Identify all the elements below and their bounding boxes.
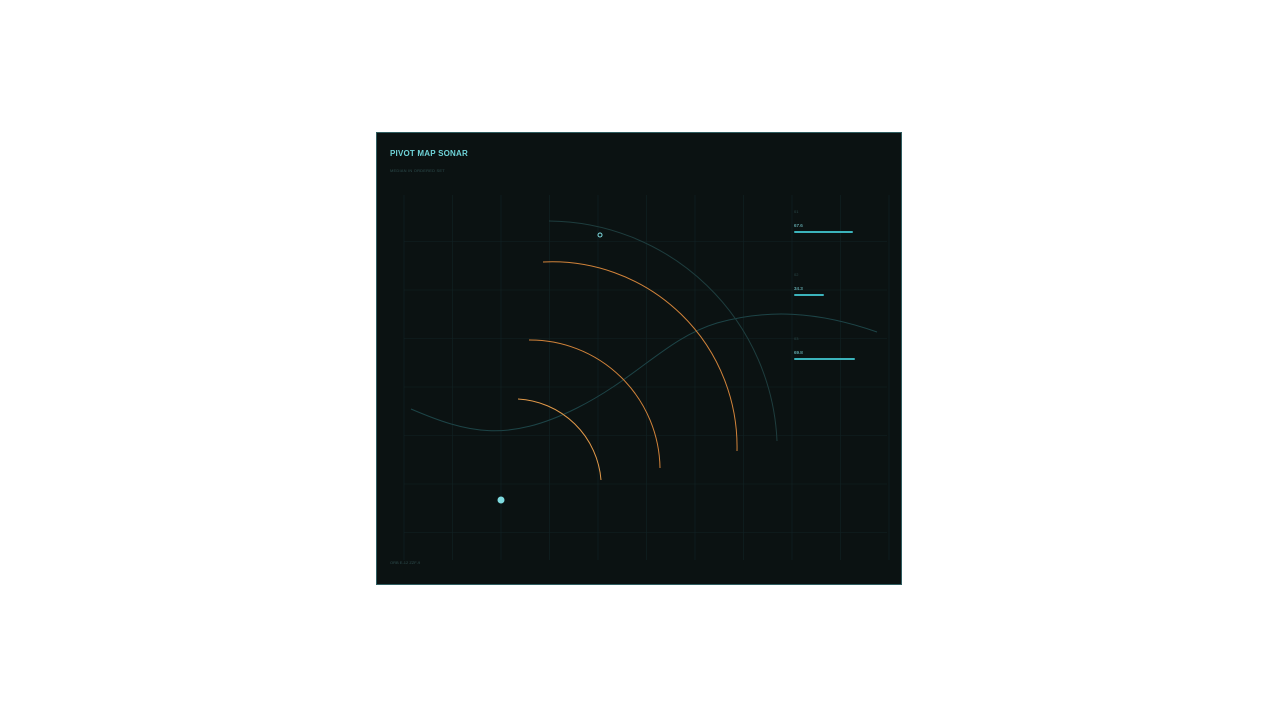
metric-3: 03 69.8	[794, 336, 874, 360]
arc-faint	[548, 220, 778, 442]
scan-marker	[597, 232, 603, 238]
sonar-panel: PIVOT MAP SONAR MEDIAN IN ORDERED SET 01…	[376, 132, 902, 585]
pivot-marker	[497, 496, 505, 504]
metric-1-value: 67.6	[794, 223, 803, 228]
metric-1-label: 01	[794, 209, 799, 214]
metric-3-bar	[794, 358, 856, 360]
metric-1-bar	[794, 231, 854, 233]
metric-2-value: 34.3	[794, 286, 803, 291]
metric-2: 02 34.3	[794, 272, 874, 296]
metric-1: 01 67.6	[794, 209, 874, 233]
arc-inner	[517, 398, 602, 481]
grid	[403, 195, 890, 560]
metric-2-label: 02	[794, 272, 799, 277]
metric-3-label: 03	[794, 336, 799, 341]
metric-3-value: 69.8	[794, 350, 803, 355]
metric-2-bar	[794, 294, 825, 296]
wave-curve	[410, 313, 878, 432]
panel-footer: ORB E-12 ZZF-9	[390, 560, 421, 565]
arc-middle	[528, 339, 661, 469]
